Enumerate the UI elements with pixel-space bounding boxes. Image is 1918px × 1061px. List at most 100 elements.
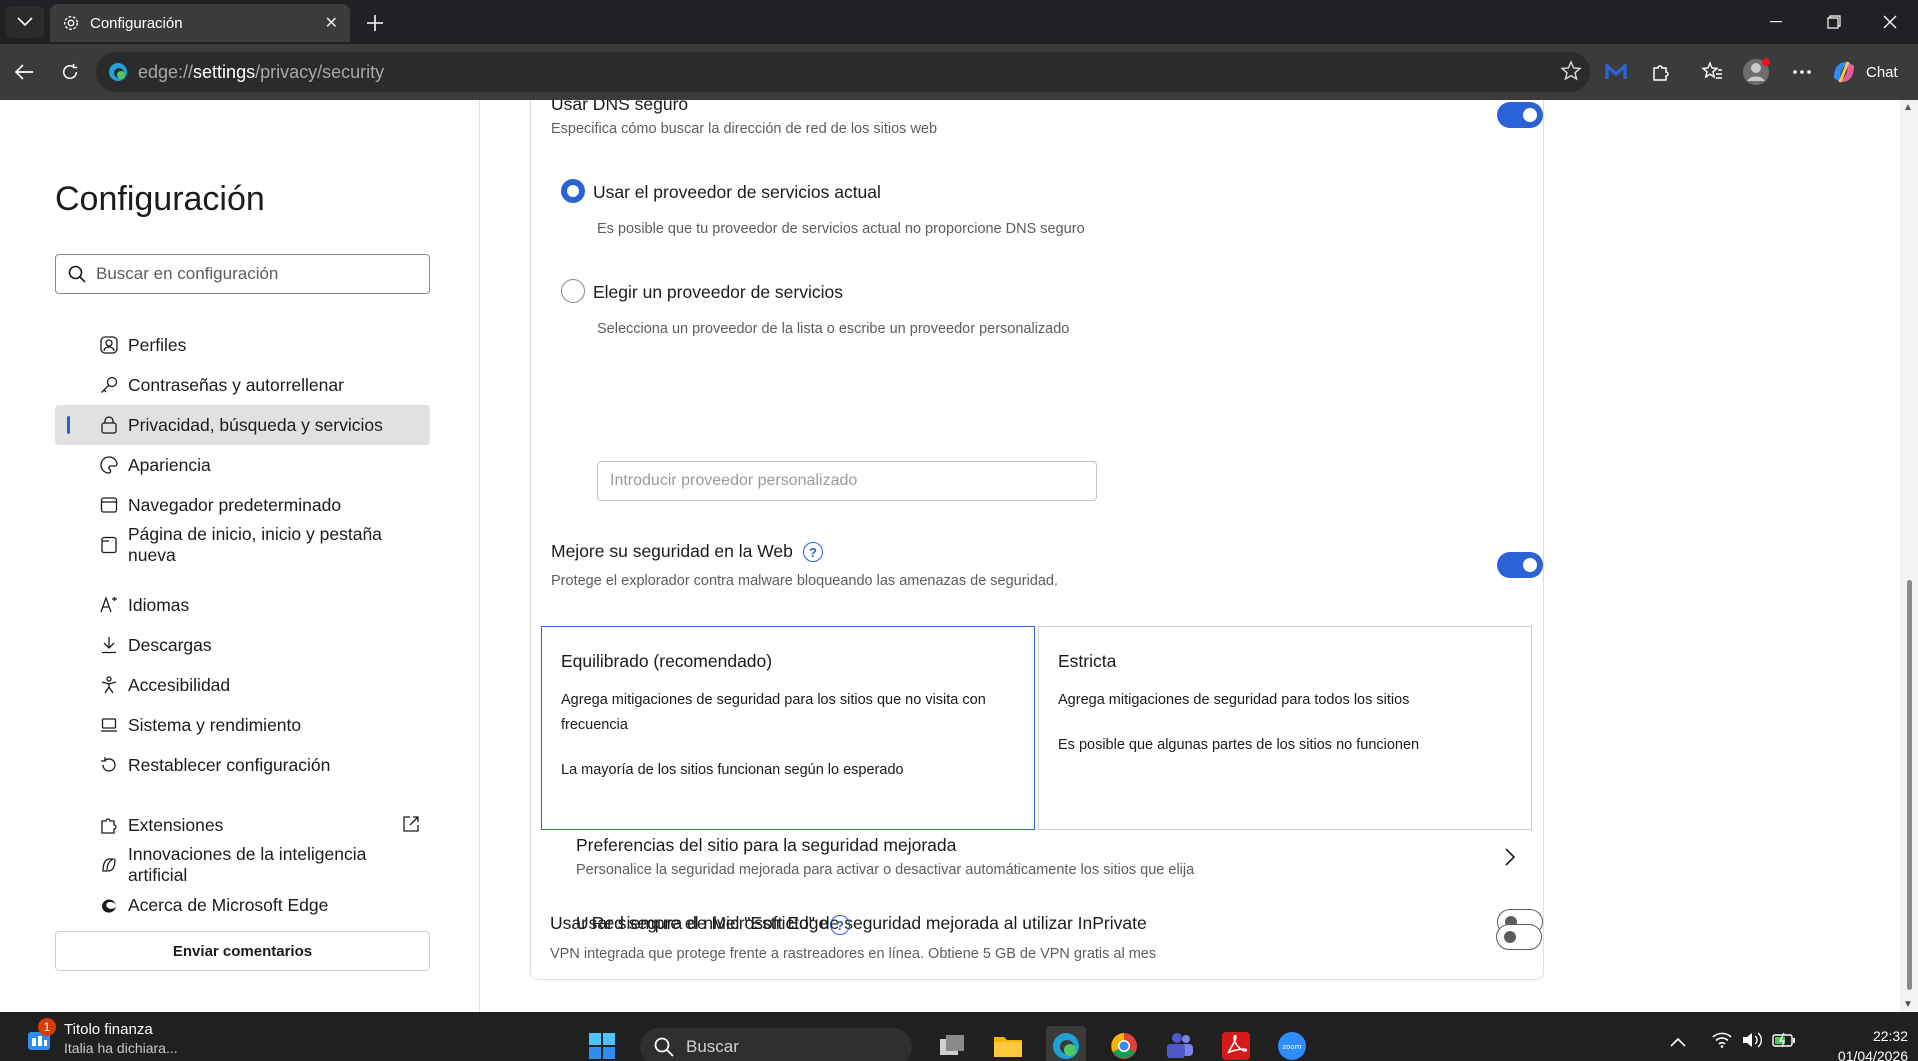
show-hidden-icons[interactable] xyxy=(1670,1034,1686,1050)
sidebar-item-downloads[interactable]: Descargas xyxy=(55,625,430,665)
windows-taskbar: 1 Titolo finanza Italia ha dichiara... B… xyxy=(0,1012,1918,1061)
page-scrollbar[interactable]: ▲ ▼ xyxy=(1900,100,1918,1012)
tab-actions-menu-button[interactable] xyxy=(6,6,44,38)
strict-desc-2: Es posible que algunas partes de los sit… xyxy=(1058,737,1420,753)
balanced-title: Equilibrado (recomendado) xyxy=(561,651,773,671)
site-preferences-subtitle: Personalice la seguridad mejorada para a… xyxy=(576,862,1195,878)
sidebar-item-reset[interactable]: Restablecer configuración xyxy=(55,745,430,785)
favorites-button[interactable] xyxy=(1694,54,1730,90)
battery-icon[interactable] xyxy=(1772,1032,1796,1051)
address-url: edge://settings/privacy/security xyxy=(138,61,385,82)
wifi-icon[interactable] xyxy=(1712,1032,1732,1051)
sidebar-item-label: Idiomas xyxy=(128,594,190,615)
news-widget[interactable]: 1 Titolo finanza Italia ha dichiara... xyxy=(22,1018,192,1058)
radio-choose-provider[interactable] xyxy=(561,279,585,303)
favorite-star-icon[interactable] xyxy=(1560,60,1582,87)
refresh-button[interactable] xyxy=(52,54,88,90)
plus-icon xyxy=(367,15,383,31)
sidebar-item-accessibility[interactable]: Accesibilidad xyxy=(55,665,430,705)
sidebar-item-appearance[interactable]: Apariencia xyxy=(55,445,430,485)
secure-network-title: Usar Red segura de Microsoft Edge xyxy=(550,913,829,933)
sidebar-item-languages[interactable]: Idiomas xyxy=(55,585,430,625)
sidebar-item-label: Descargas xyxy=(128,634,212,655)
copilot-vision-button[interactable] xyxy=(1598,54,1634,90)
start-button[interactable] xyxy=(582,1026,622,1061)
active-tab[interactable]: Configuración ✕ xyxy=(50,4,350,42)
balanced-option-card[interactable]: Equilibrado (recomendado) Agrega mitigac… xyxy=(541,626,1035,830)
sidebar-item-passwords[interactable]: Contraseñas y autorrellenar xyxy=(55,365,430,405)
extensions-button[interactable] xyxy=(1643,54,1679,90)
close-icon xyxy=(1883,15,1897,29)
external-link-icon xyxy=(402,815,420,838)
back-arrow-icon xyxy=(14,64,33,80)
radio-current-provider[interactable] xyxy=(561,179,585,203)
sidebar-item-start-home[interactable]: Página de inicio, inicio y pestaña nueva xyxy=(55,524,430,565)
sidebar-item-label: Navegador predeterminado xyxy=(128,494,342,515)
scroll-down-icon[interactable]: ▼ xyxy=(1903,999,1913,1010)
palette-icon xyxy=(99,455,119,475)
restore-button[interactable] xyxy=(1806,0,1862,44)
custom-provider-input[interactable] xyxy=(597,461,1097,501)
sidebar-item-default-browser[interactable]: Navegador predeterminado xyxy=(55,485,430,525)
minimize-button[interactable] xyxy=(1748,0,1804,44)
back-button[interactable] xyxy=(6,54,42,90)
site-preferences-row[interactable]: Preferencias del sitio para la seguridad… xyxy=(541,830,1533,892)
sidebar-item-about[interactable]: Acerca de Microsoft Edge xyxy=(55,885,430,925)
page-title: Configuración xyxy=(55,180,265,218)
edge-taskbar-button[interactable] xyxy=(1046,1026,1086,1061)
browser-titlebar: Configuración ✕ xyxy=(0,0,1918,44)
teams-taskbar-button[interactable] xyxy=(1160,1026,1200,1061)
settings-search-input[interactable] xyxy=(96,264,396,284)
current-provider-label: Usar el proveedor de servicios actual xyxy=(593,182,881,202)
volume-icon[interactable] xyxy=(1742,1032,1762,1051)
sidebar-item-label: Apariencia xyxy=(128,454,211,475)
sidebar-item-privacy[interactable]: Privacidad, búsqueda y servicios xyxy=(55,405,430,445)
chrome-taskbar-button[interactable] xyxy=(1104,1026,1144,1061)
close-window-button[interactable] xyxy=(1862,0,1918,44)
address-bar[interactable]: edge://settings/privacy/security xyxy=(96,52,1590,92)
web-security-toggle[interactable] xyxy=(1497,552,1543,578)
tab-close-icon[interactable]: ✕ xyxy=(325,13,338,33)
task-view-icon xyxy=(940,1035,964,1055)
secure-dns-toggle[interactable] xyxy=(1497,102,1543,128)
m-brand-icon xyxy=(1605,64,1627,79)
file-explorer-button[interactable] xyxy=(988,1026,1028,1061)
system-clock[interactable]: 22:32 01/04/2026 xyxy=(1808,1026,1908,1061)
site-preferences-title: Preferencias del sitio para la seguridad… xyxy=(576,835,957,855)
browser-icon xyxy=(99,495,119,515)
sidebar-item-extensions[interactable]: Extensiones xyxy=(55,805,430,845)
help-icon[interactable]: ? xyxy=(803,542,823,562)
zoom-taskbar-button[interactable]: zoom xyxy=(1272,1026,1312,1061)
strict-option-card[interactable]: Estricta Agrega mitigaciones de segurida… xyxy=(1038,626,1532,830)
profile-button[interactable] xyxy=(1738,54,1774,90)
help-icon[interactable]: ? xyxy=(830,915,850,935)
sidebar-item-label: Acerca de Microsoft Edge xyxy=(128,894,329,915)
settings-search-box[interactable] xyxy=(55,254,430,294)
copilot-chat-button[interactable]: Chat xyxy=(1830,54,1912,90)
acrobat-taskbar-button[interactable] xyxy=(1216,1026,1256,1061)
task-view-button[interactable] xyxy=(932,1026,972,1061)
minimize-icon xyxy=(1770,21,1782,23)
balanced-desc: Agrega mitigaciones de seguridad para lo… xyxy=(561,692,986,733)
search-icon xyxy=(68,265,86,283)
chevron-right-icon xyxy=(1505,848,1515,866)
sidebar-item-system[interactable]: Sistema y rendimiento xyxy=(55,705,430,745)
zoom-logo-icon: zoom xyxy=(1278,1032,1306,1060)
edge-logo-icon xyxy=(1053,1033,1079,1059)
scroll-up-icon[interactable]: ▲ xyxy=(1903,102,1913,113)
new-tab-button[interactable] xyxy=(360,8,390,38)
news-subtitle: Italia ha dichiara... xyxy=(64,1040,178,1056)
scrollbar-thumb[interactable] xyxy=(1907,580,1912,990)
taskbar-search[interactable]: Buscar xyxy=(640,1028,912,1061)
ai-icon xyxy=(99,855,119,875)
taskbar-search-placeholder: Buscar xyxy=(686,1037,739,1056)
gear-icon xyxy=(64,16,78,30)
sidebar-item-ai-innovations[interactable]: Innovaciones de la inteligencia artifici… xyxy=(55,844,430,885)
more-options-button[interactable] xyxy=(1784,54,1820,90)
sidebar-item-profiles[interactable]: Perfiles xyxy=(55,325,430,365)
secure-network-toggle[interactable] xyxy=(1496,924,1542,950)
laptop-icon xyxy=(99,715,119,735)
ellipsis-icon xyxy=(1793,70,1811,74)
send-feedback-button[interactable]: Enviar comentarios xyxy=(55,931,430,971)
clock-time: 22:32 xyxy=(1872,1028,1908,1044)
